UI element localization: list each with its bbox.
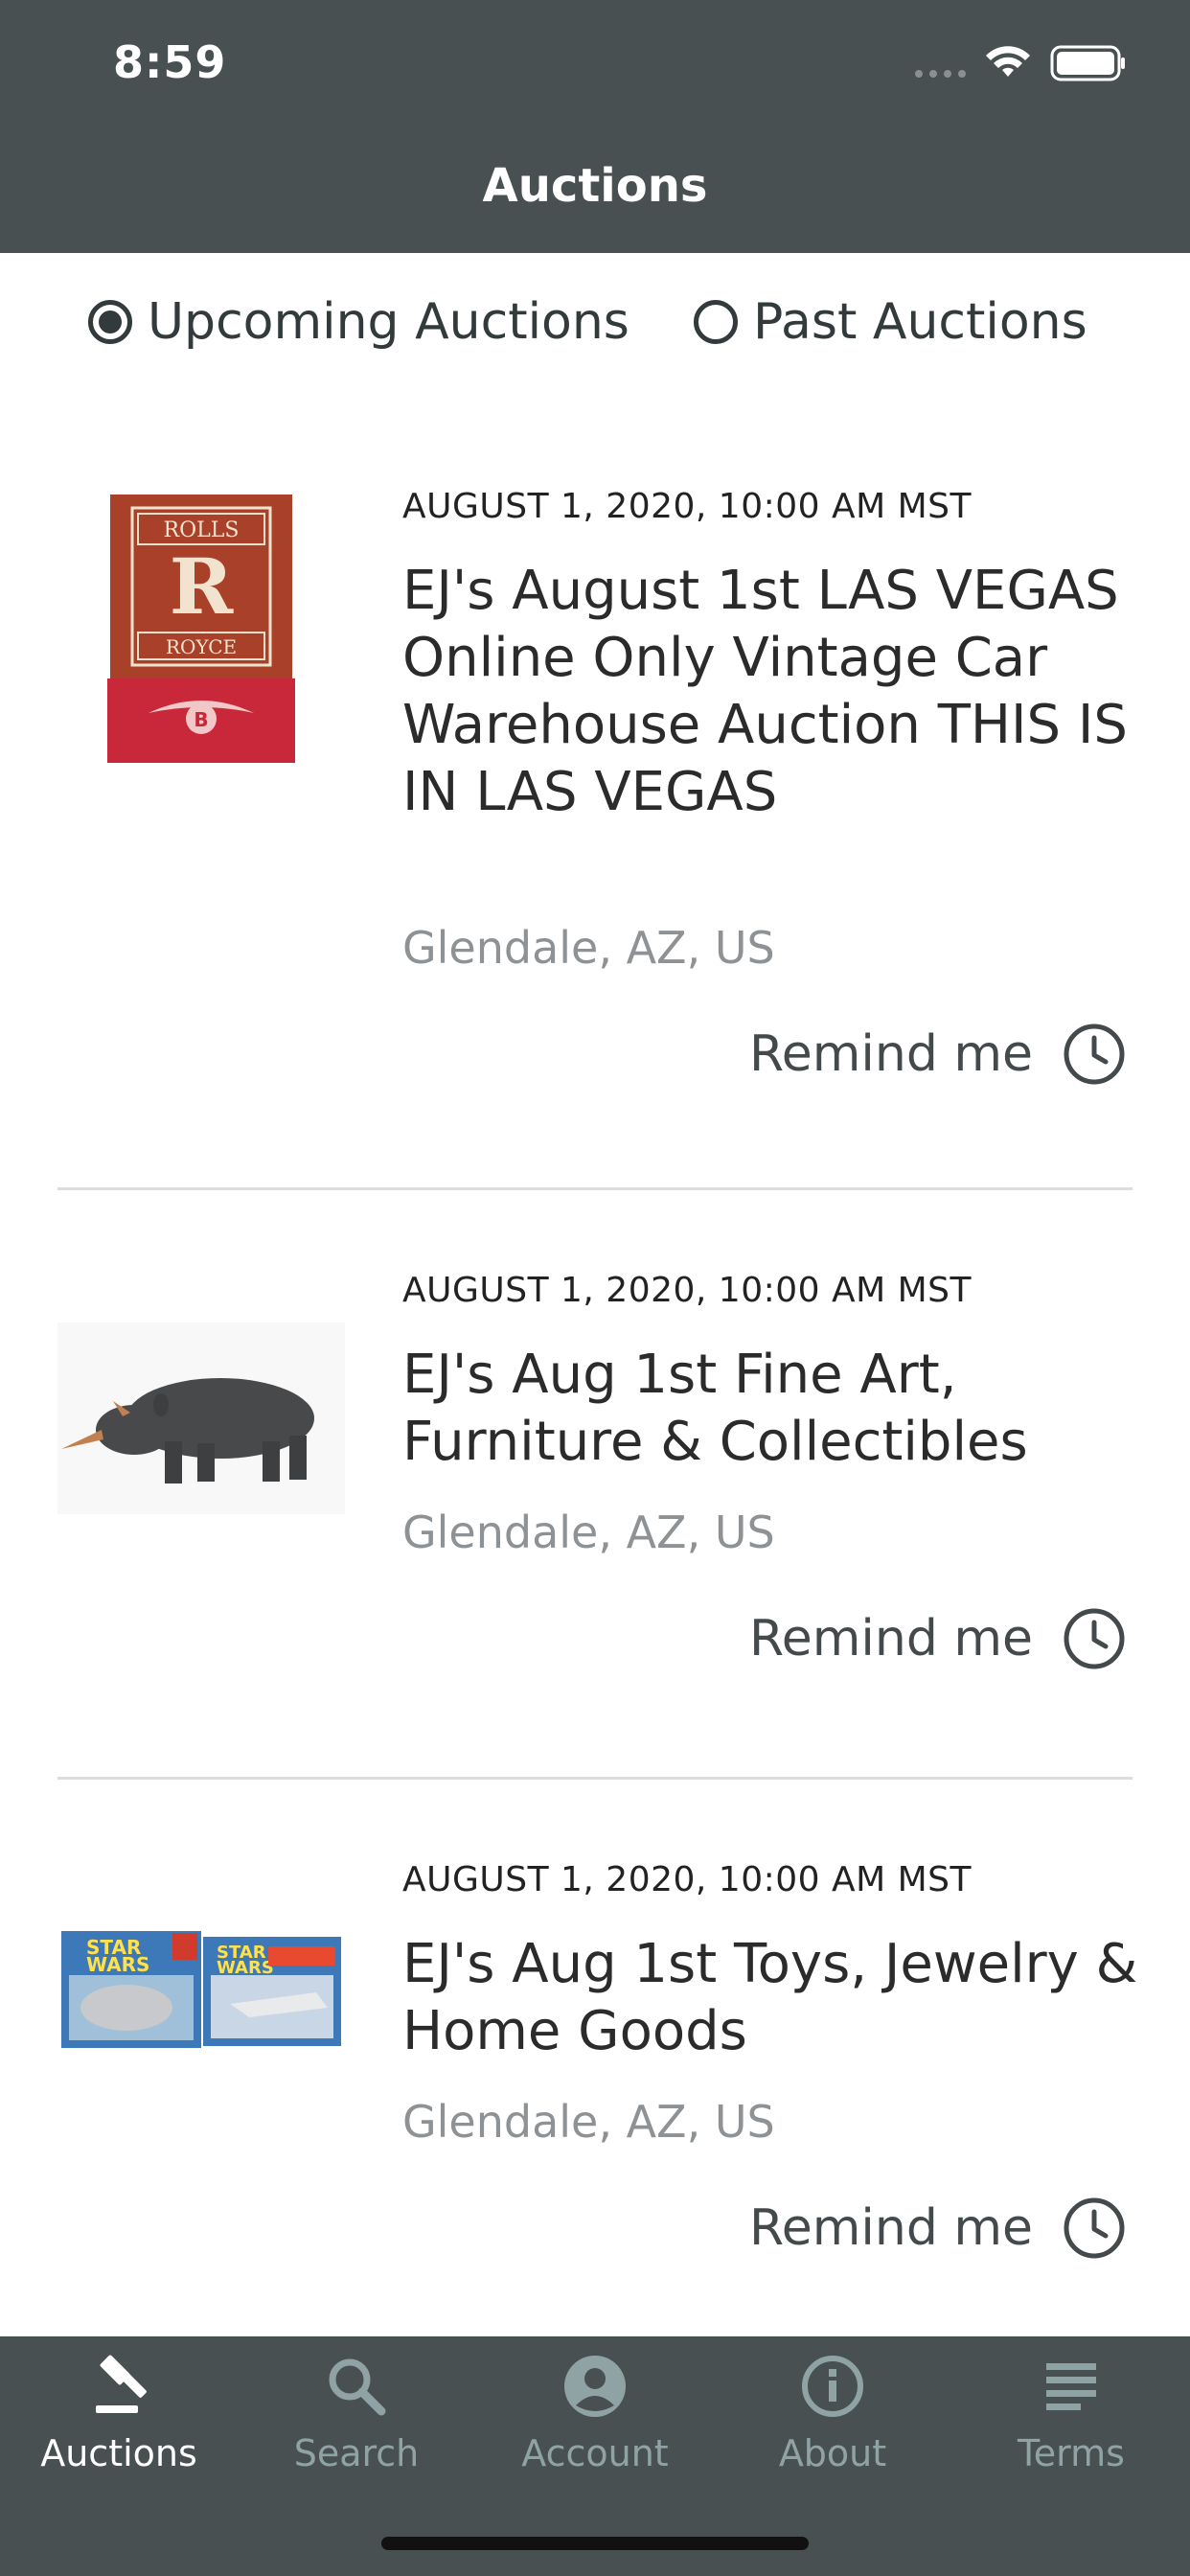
clock-icon — [1064, 2197, 1125, 2259]
auction-title[interactable]: EJ's Aug 1st Fine Art, Furniture & Colle… — [402, 1342, 1150, 1476]
search-icon — [329, 2358, 386, 2416]
radio-unselected-icon — [694, 300, 738, 344]
auction-thumbnail[interactable]: STAR WARS STAR WARS — [57, 1908, 345, 2061]
tab-account[interactable]: Account — [476, 2350, 714, 2522]
auction-location: Glendale, AZ, US — [402, 1506, 775, 1558]
auction-date: AUGUST 1, 2020, 10:00 AM MST — [402, 1271, 973, 1310]
tab-search[interactable]: Search — [238, 2350, 475, 2522]
wifi-icon — [986, 46, 1030, 77]
remind-me-label: Remind me — [748, 1025, 1033, 1083]
box-text-wars: WARS — [217, 1958, 274, 1978]
clock-icon — [1064, 1608, 1125, 1669]
upcoming-auctions-radio[interactable]: Upcoming Auctions — [88, 291, 629, 353]
box-text-wars: WARS — [86, 1953, 149, 1976]
auction-location: Glendale, AZ, US — [402, 922, 775, 974]
remind-me-label: Remind me — [748, 1610, 1033, 1668]
tab-label: Auctions — [40, 2432, 197, 2474]
flag-text-royce: ROYCE — [166, 635, 237, 658]
tab-auctions[interactable]: Auctions — [0, 2350, 238, 2522]
tab-label: Search — [293, 2432, 420, 2474]
clock-icon — [1064, 1024, 1125, 1085]
upcoming-auctions-label: Upcoming Auctions — [148, 293, 629, 351]
auction-date: AUGUST 1, 2020, 10:00 AM MST — [402, 1860, 973, 1899]
status-time: 8:59 — [113, 36, 227, 88]
auction-thumbnail[interactable]: ROLLS R ROYCE B — [57, 487, 345, 1177]
flag-text-b: B — [194, 708, 208, 731]
remind-me-label: Remind me — [748, 2199, 1033, 2257]
auction-card[interactable]: ROLLS R ROYCE B AUGUST 1, 2020, 10:00 AM… — [0, 406, 1190, 1187]
radio-selected-icon — [88, 300, 132, 344]
battery-icon — [1050, 45, 1125, 81]
auction-card[interactable]: STAR WARS STAR WARS AUGUST 1, 2020, 10:0… — [0, 1780, 1190, 2335]
terms-icon — [1046, 2363, 1096, 2410]
svg-text:R: R — [170, 541, 234, 632]
info-icon — [802, 2356, 863, 2417]
flag-text-rolls: ROLLS — [164, 518, 240, 542]
remind-me-button[interactable]: Remind me — [749, 2196, 1127, 2261]
auction-card[interactable]: AUGUST 1, 2020, 10:00 AM MST EJ's Aug 1s… — [0, 1190, 1190, 1777]
remind-me-button[interactable]: Remind me — [749, 1606, 1127, 1671]
tab-label: Account — [521, 2432, 669, 2474]
past-auctions-label: Past Auctions — [753, 293, 1087, 351]
remind-me-button[interactable]: Remind me — [749, 1022, 1127, 1087]
tab-label: Terms — [1018, 2432, 1125, 2474]
auction-location: Glendale, AZ, US — [402, 2096, 775, 2148]
auction-title[interactable]: EJ's Aug 1st Toys, Jewelry & Home Goods — [402, 1931, 1150, 2065]
account-icon — [564, 2356, 626, 2417]
auction-date: AUGUST 1, 2020, 10:00 AM MST — [402, 487, 973, 526]
tab-label: About — [778, 2432, 887, 2474]
gavel-icon — [96, 2355, 147, 2413]
page-title: Auctions — [482, 159, 708, 213]
auction-title[interactable]: EJ's August 1st LAS VEGAS Online Only Vi… — [402, 558, 1150, 826]
auction-thumbnail[interactable] — [57, 1322, 345, 1514]
home-indicator[interactable] — [381, 2537, 809, 2550]
cell-signal-icon — [915, 70, 966, 78]
auction-filter: Upcoming Auctions Past Auctions — [0, 253, 1190, 406]
top-header: 8:59 Auctions — [0, 0, 1190, 253]
past-auctions-radio[interactable]: Past Auctions — [694, 291, 1087, 353]
tab-about[interactable]: About — [714, 2350, 951, 2522]
tab-terms[interactable]: Terms — [952, 2350, 1190, 2522]
